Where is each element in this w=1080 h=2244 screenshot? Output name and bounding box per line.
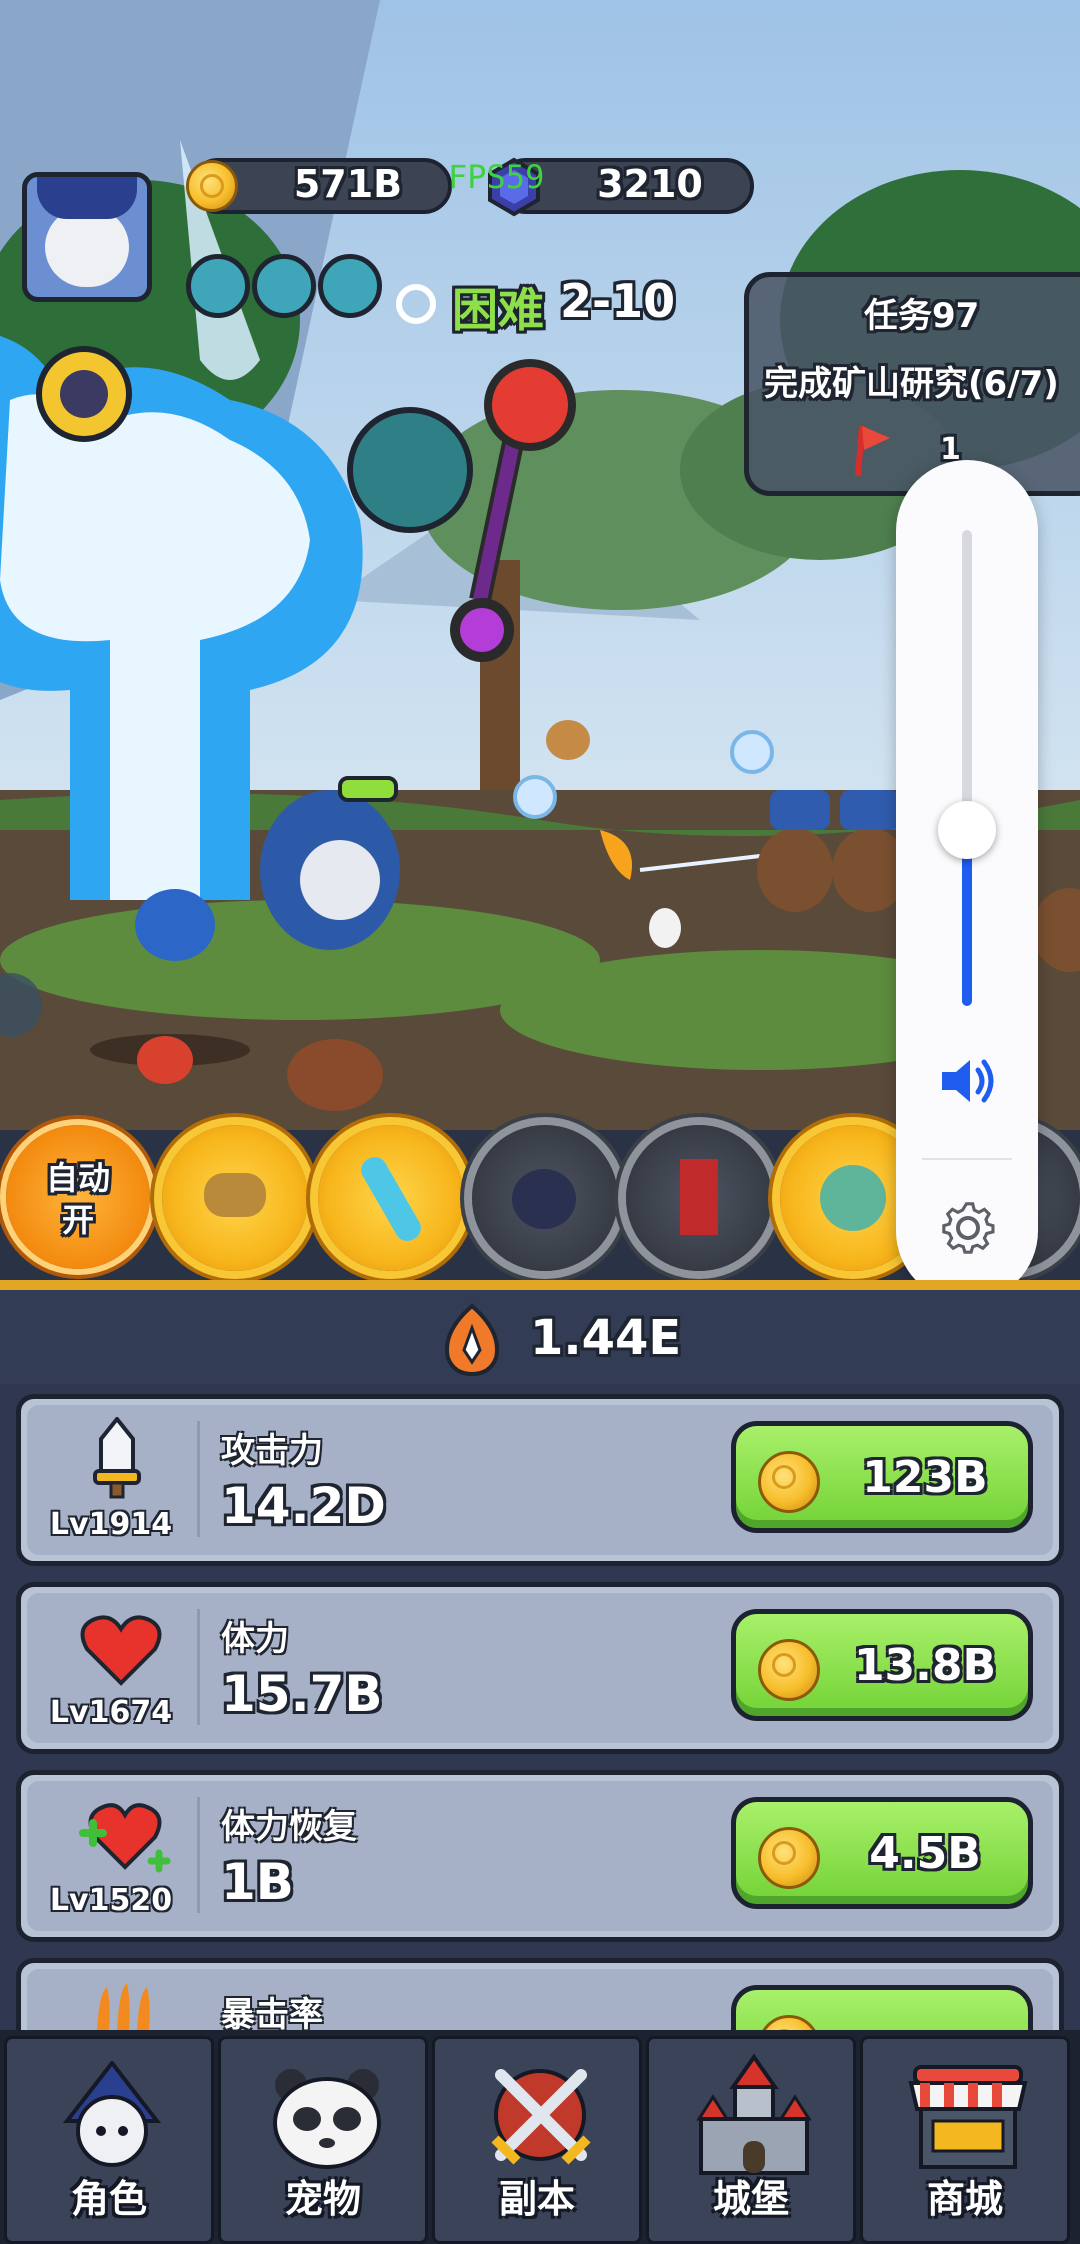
quest-description: 完成矿山研究(6/7) [764,364,1059,404]
monster-icon [820,1165,886,1231]
attack-level: Lv1914 [49,1507,173,1542]
gem-amount: 3210 [597,162,703,206]
buff-speed-icon[interactable] [318,254,382,318]
speaker-icon[interactable] [938,1056,998,1106]
attack-upgrade-cost: 123B [862,1452,988,1503]
combat-power-icon [445,1303,499,1377]
tower-icon [680,1159,718,1235]
hp-upgrade-cost: 13.8B [853,1640,997,1691]
hp-regen-upgrade-button[interactable]: 4.5B [731,1797,1033,1909]
volume-divider [922,1158,1012,1160]
bomb-icon [512,1169,576,1229]
nav-pets[interactable]: 宠物 [218,2036,428,2244]
card-divider [197,1797,200,1913]
sword-icon [93,1417,141,1499]
upgrade-panel: 1.44E Lv1914 攻击力 14.2D 123B Lv1674 体力 15… [0,1280,1080,2130]
bottom-navigation: 角色 宠物 副本 城堡 商城 [0,2030,1080,2244]
heart-plus-icon [79,1803,171,1873]
skill-dragon-button[interactable] [162,1125,308,1271]
skill-ice-spear-button[interactable] [318,1125,464,1271]
nav-castle[interactable]: 城堡 [646,2036,856,2244]
auto-label-top: 自动 [45,1159,110,1197]
fps-readout: FPS59 [448,158,545,196]
attack-label: 攻击力 [221,1431,323,1471]
coin-icon [758,1639,820,1701]
hp-value: 15.7B [221,1665,383,1723]
hp-regen-upgrade-cost: 4.5B [869,1828,981,1879]
ice-spear-icon [356,1152,426,1246]
skill-bomb-button[interactable] [472,1125,618,1271]
refresh-icon[interactable] [396,284,436,324]
compass-icon[interactable] [36,346,132,442]
panel-top-strip [0,1280,1080,1290]
player-avatar[interactable] [22,172,152,302]
volume-slider-handle[interactable] [938,800,996,859]
nav-shop[interactable]: 商城 [860,2036,1070,2244]
auto-battle-button[interactable]: 自动 开 [6,1125,150,1269]
combat-power-value: 1.44E [530,1310,682,1366]
dragon-icon [204,1173,266,1217]
attack-upgrade-button[interactable]: 123B [731,1421,1033,1533]
attack-value: 14.2D [221,1477,386,1535]
settings-gear-icon[interactable] [936,1196,1000,1260]
stat-card-hp: Lv1674 体力 15.7B 13.8B [16,1582,1064,1754]
heart-icon [80,1615,162,1686]
stat-card-attack: Lv1914 攻击力 14.2D 123B [16,1394,1064,1566]
flag-icon [855,425,890,477]
coin-icon [758,1827,820,1889]
difficulty-label: 困难 [452,283,544,337]
card-divider [197,1421,200,1537]
hp-level: Lv1674 [49,1695,173,1730]
buff-attack-icon[interactable] [252,254,316,318]
character-icon [62,2061,162,2167]
nav-character[interactable]: 角色 [4,2036,214,2244]
battle-scene: 571B 3210 FPS59 困难 2-10 任务97 完成矿山研究(6/7)… [0,0,1080,1280]
crit-label: 暴击率 [221,1995,323,2035]
gold-amount: 571B [293,162,403,206]
nav-dungeon[interactable]: 副本 [432,2036,642,2244]
buff-gold-icon[interactable] [186,254,250,318]
gold-coin-icon [186,160,238,212]
nav-shop-label: 商城 [926,2177,1003,2221]
nav-dungeon-label: 副本 [498,2177,575,2221]
castle-icon [696,2053,812,2175]
panda-icon [273,2069,381,2169]
crossed-swords-icon [491,2069,591,2165]
nav-castle-label: 城堡 [712,2177,789,2221]
stat-card-hp-regen: Lv1520 体力恢复 1B 4.5B [16,1770,1064,1942]
hp-regen-level: Lv1520 [49,1883,173,1918]
skill-tower-button[interactable] [626,1125,772,1271]
auto-label-bottom: 开 [61,1201,94,1239]
volume-panel[interactable] [896,460,1038,1280]
hp-label: 体力 [221,1619,289,1659]
quest-title: 任务97 [864,296,980,336]
stage-label: 2-10 [560,274,676,328]
card-divider [197,1609,200,1725]
hp-regen-label: 体力恢复 [221,1807,357,1847]
power-bar: 1.44E [0,1290,1080,1384]
hp-regen-value: 1B [221,1853,294,1911]
nav-pets-label: 宠物 [284,2177,361,2221]
nav-character-label: 角色 [70,2177,147,2221]
hp-upgrade-button[interactable]: 13.8B [731,1609,1033,1721]
claw-icon [97,1983,150,2031]
shop-icon [908,2065,1028,2169]
coin-icon [758,1451,820,1513]
